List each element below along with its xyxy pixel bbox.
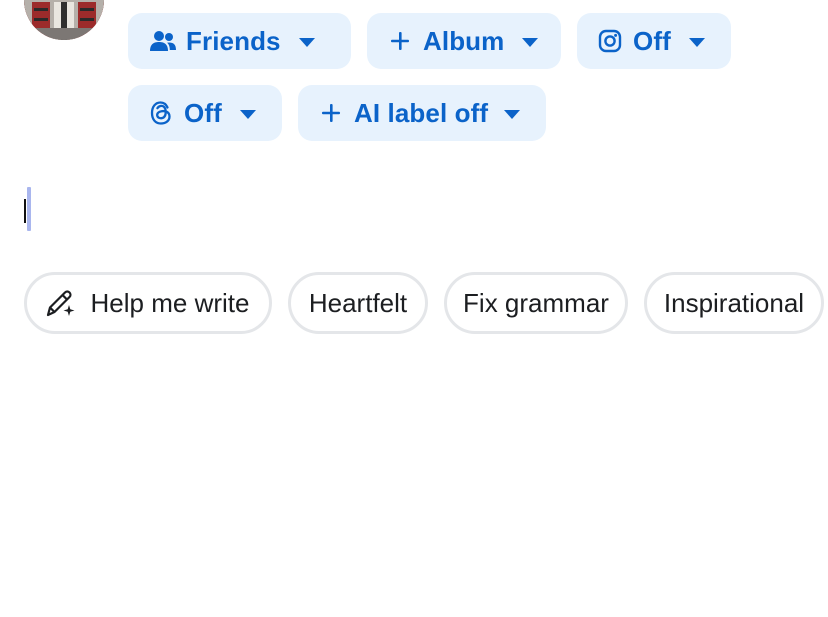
ai-label-text: AI label off: [354, 97, 489, 128]
heartfelt-chip[interactable]: Heartfelt: [288, 272, 428, 334]
inspirational-chip[interactable]: Inspirational: [644, 272, 824, 334]
help-me-write-label: Help me write: [90, 287, 250, 318]
audience-friends-label: Friends: [186, 25, 281, 56]
fix-grammar-label: Fix grammar: [463, 287, 609, 318]
post-text-input[interactable]: [24, 180, 804, 240]
people-icon: [150, 28, 176, 54]
ai-label-button[interactable]: AI label off: [298, 85, 546, 141]
threads-icon: [148, 100, 174, 126]
chevron-down-icon: [239, 109, 256, 119]
text-cursor: [24, 199, 26, 223]
chevron-down-icon: [688, 37, 705, 47]
fix-grammar-chip[interactable]: Fix grammar: [444, 272, 628, 334]
inspirational-label: Inspirational: [663, 287, 805, 318]
audience-friends-button[interactable]: Friends: [128, 13, 351, 69]
avatar[interactable]: [24, 0, 104, 40]
album-label: Album: [423, 25, 505, 56]
plus-icon: [387, 28, 413, 54]
instagram-share-label: Off: [633, 25, 671, 56]
chevron-down-icon: [522, 37, 539, 47]
instagram-share-button[interactable]: Off: [577, 13, 731, 69]
heartfelt-label: Heartfelt: [308, 287, 408, 318]
album-button[interactable]: Album: [367, 13, 561, 69]
help-me-write-chip[interactable]: Help me write: [24, 272, 272, 334]
threads-share-label: Off: [184, 97, 222, 128]
pencil-sparkle-icon: [43, 286, 77, 320]
text-selection-highlight: [27, 187, 31, 231]
plus-icon: [318, 100, 344, 126]
instagram-icon: [597, 28, 623, 54]
profile-photo: [24, 0, 104, 40]
threads-share-button[interactable]: Off: [128, 85, 282, 141]
chevron-down-icon: [504, 109, 521, 119]
chevron-down-icon: [298, 37, 315, 47]
